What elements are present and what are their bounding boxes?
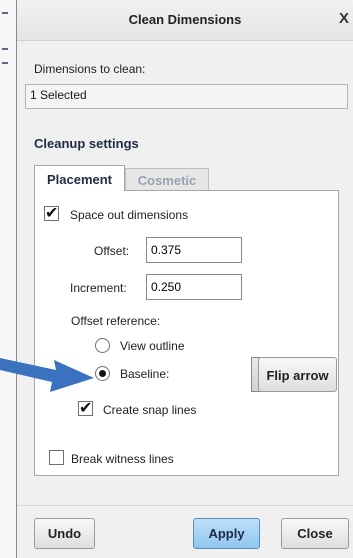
background-mark: [2, 48, 8, 50]
background-mark: [2, 62, 8, 64]
close-icon[interactable]: X: [339, 10, 349, 27]
increment-input[interactable]: [146, 274, 242, 300]
undo-button[interactable]: Undo: [34, 518, 95, 549]
checkmark-icon: ✔: [79, 400, 93, 417]
cleanup-settings-title: Cleanup settings: [34, 136, 139, 151]
dimensions-selection-field[interactable]: 1 Selected: [25, 84, 348, 109]
break-witness-lines-label: Break witness lines: [71, 452, 174, 466]
create-snap-lines-label: Create snap lines: [103, 403, 197, 417]
radio-selected-dot: [99, 370, 106, 377]
annotation-arrow-icon: [0, 358, 94, 392]
baseline-label: Baseline:: [120, 367, 170, 381]
title-bar: Clean Dimensions X: [17, 0, 353, 41]
dialog-title: Clean Dimensions: [128, 12, 242, 27]
footer-divider: [17, 505, 353, 506]
tab-cosmetic[interactable]: Cosmetic: [125, 168, 209, 191]
offset-label: Offset:: [94, 244, 130, 258]
tab-placement[interactable]: Placement: [34, 165, 125, 191]
create-snap-lines-checkbox[interactable]: ✔: [78, 400, 93, 417]
close-button[interactable]: Close: [281, 518, 349, 549]
dimensions-to-clean-label: Dimensions to clean:: [34, 62, 146, 76]
dimensions-selection-value: 1 Selected: [30, 88, 87, 102]
offset-reference-label: Offset reference:: [71, 314, 161, 328]
view-outline-label: View outline: [120, 339, 185, 353]
clean-dimensions-dialog: Clean Dimensions X Dimensions to clean: …: [16, 0, 353, 558]
space-out-checkbox[interactable]: ✔: [44, 205, 59, 222]
checkmark-icon: ✔: [45, 205, 59, 222]
background-mark: [2, 12, 8, 14]
break-witness-lines-checkbox[interactable]: [49, 450, 64, 465]
placement-panel: [34, 190, 339, 476]
flip-arrow-button[interactable]: Flip arrow: [258, 357, 337, 392]
space-out-label: Space out dimensions: [70, 208, 189, 222]
apply-button[interactable]: Apply: [193, 518, 260, 549]
increment-label: Increment:: [70, 281, 127, 295]
background-app-strip: [0, 0, 16, 558]
offset-input[interactable]: [146, 237, 242, 263]
